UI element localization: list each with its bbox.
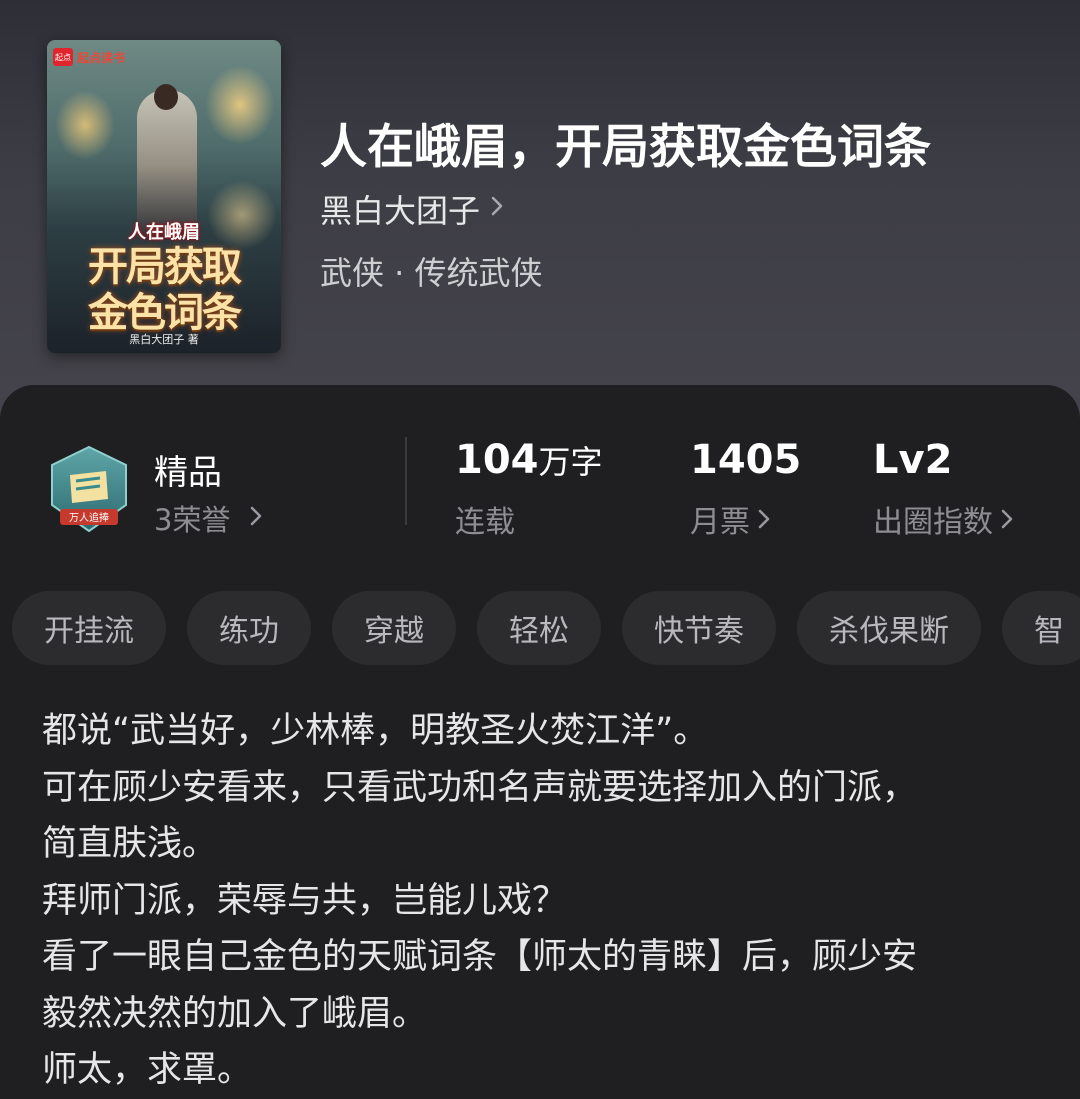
chevron-right-icon	[1001, 502, 1013, 537]
cover-title-line: 金色词条	[88, 290, 242, 336]
word-count-value: 104万字	[455, 437, 603, 483]
stats-divider	[405, 437, 407, 525]
breakout-index-value: Lv2	[873, 437, 953, 483]
tag-chip[interactable]: 穿越	[332, 591, 456, 665]
publisher-logo-icon: 起点	[53, 48, 73, 66]
cover-art-figure-head	[154, 84, 178, 110]
monthly-votes-stat[interactable]: 1405 月票	[690, 437, 801, 541]
chevron-right-icon	[490, 194, 504, 224]
cover-title-line: 开局获取	[88, 244, 242, 290]
badge-text: 万人追捧	[69, 511, 109, 524]
tag-chip[interactable]: 开挂流	[12, 591, 166, 665]
breakout-index-label: 出圈指数	[873, 497, 1013, 541]
book-genre[interactable]: 武侠 · 传统武侠	[320, 248, 543, 294]
tag-chip[interactable]: 轻松	[477, 591, 601, 665]
synopsis-line: 师太，求罩。	[42, 1050, 253, 1090]
quality-label: 精品	[154, 453, 222, 493]
monthly-votes-label: 月票	[690, 497, 801, 541]
honor-link[interactable]: 3荣誉	[154, 497, 262, 539]
synopsis-line: 简直肤浅。	[42, 824, 218, 864]
cover-art-glow	[205, 65, 275, 145]
publisher-name: 起点读书	[77, 50, 126, 65]
book-title: 人在峨眉，开局获取金色词条	[320, 120, 931, 175]
cover-publisher-logo: 起点 起点读书	[53, 48, 125, 66]
chevron-right-icon	[758, 502, 770, 537]
monthly-votes-value: 1405	[690, 437, 802, 483]
synopsis-line: 都说“武当好，少林棒，明教圣火焚江洋”。	[42, 711, 709, 751]
author-link[interactable]: 黑白大团子	[320, 186, 504, 232]
word-count-unit: 万字	[538, 443, 603, 481]
book-synopsis[interactable]: 都说“武当好，少林棒，明教圣火焚江洋”。 可在顾少安看来，只看武功和名声就要选择…	[42, 703, 1042, 1099]
cover-title: 开局获取 金色词条	[47, 244, 281, 336]
synopsis-line: 拜师门派，荣辱与共，岂能儿戏？	[42, 880, 568, 921]
synopsis-line: 毅然决然的加入了峨眉。	[42, 993, 428, 1034]
cover-author: 黑白大团子 著	[129, 333, 199, 346]
chevron-right-icon	[250, 503, 262, 533]
book-header: 起点 起点读书 人在峨眉 开局获取 金色词条 黑白大团子 著 人在峨眉，开局获取…	[0, 0, 1080, 430]
serial-status: 连载	[455, 505, 515, 540]
book-info-panel: 万人追捧 精品 3荣誉 104万字 连载 1405 月票 Lv2 出圈指数 开挂…	[0, 385, 1080, 1099]
word-count-stat: 104万字 连载	[455, 437, 603, 541]
quality-badge-icon[interactable]: 万人追捧	[46, 445, 132, 535]
breakout-index-stat[interactable]: Lv2 出圈指数	[873, 437, 1013, 541]
tag-chip[interactable]: 练功	[187, 591, 311, 665]
cover-title-small: 人在峨眉	[128, 222, 200, 243]
tag-chip[interactable]: 智	[1002, 591, 1080, 665]
honor-count: 3荣誉	[154, 503, 231, 537]
synopsis-line: 可在顾少安看来，只看武功和名声就要选择加入的门派，	[42, 767, 918, 808]
cover-art-glow	[55, 90, 115, 160]
synopsis-line: 看了一眼自己金色的天赋词条【师太的青睐】后，顾少安	[42, 937, 918, 977]
tag-chip[interactable]: 杀伐果断	[797, 591, 981, 665]
book-cover[interactable]: 起点 起点读书 人在峨眉 开局获取 金色词条 黑白大团子 著	[47, 40, 281, 353]
tag-list: 开挂流 练功 穿越 轻松 快节奏 杀伐果断 智	[12, 591, 1080, 665]
author-name: 黑白大团子	[320, 192, 481, 230]
tag-chip[interactable]: 快节奏	[622, 591, 776, 665]
